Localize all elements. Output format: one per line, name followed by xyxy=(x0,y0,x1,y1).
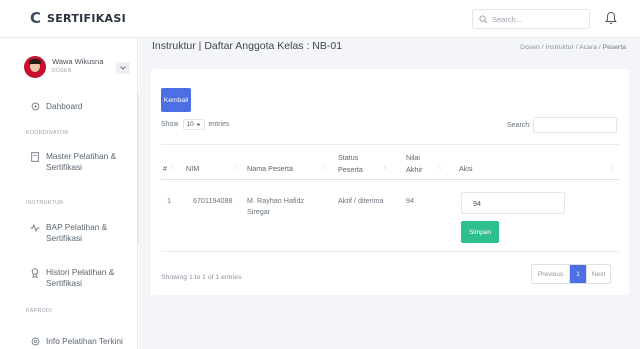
column-header-nilai-line2: Akhir xyxy=(406,165,423,174)
info-icon xyxy=(30,336,40,347)
brand[interactable]: C SERTIFIKASI xyxy=(30,11,126,26)
sidebar-heading-koordinator: KOORDINATOR xyxy=(26,130,69,136)
breadcrumb-item[interactable]: Acara xyxy=(579,44,597,51)
table-bottom-border xyxy=(161,251,619,252)
cell-status: Aktif / diterima xyxy=(338,196,384,205)
back-button[interactable]: Kembali xyxy=(161,88,191,112)
cell-nama-line1: M. Rayhan Hafidz xyxy=(247,196,305,205)
column-header-nilai-line1: Nilai xyxy=(406,153,420,162)
cell-nama-line2: Siregar xyxy=(247,207,271,216)
award-icon xyxy=(30,267,40,278)
column-header-status[interactable]: Status Peserta xyxy=(338,153,363,174)
members-card: Kembali Show 10 entries Search: # ↑↓ NIM… xyxy=(151,69,629,295)
pagination-page-current[interactable]: 1 xyxy=(570,265,586,283)
chevron-down-icon xyxy=(120,66,126,70)
sidebar-item-label-line1: Master Pelatihan & xyxy=(46,151,117,161)
sidebar-item-label-line2: Sertifikasi xyxy=(46,233,82,243)
sort-icon[interactable]: ↑↓ xyxy=(383,165,387,171)
avatar xyxy=(24,56,46,78)
sort-icon[interactable]: ↑↓ xyxy=(438,165,442,171)
sidebar-item-dashboard[interactable]: Dahboard xyxy=(30,101,82,112)
column-header-nama[interactable]: Nama Peserta xyxy=(247,164,293,173)
sidebar-item-info-pelatihan[interactable]: Info Pelatihan Terkini xyxy=(30,336,123,347)
pagination-previous[interactable]: Previous xyxy=(532,265,570,283)
page-title: Instruktur | Daftar Anggota Kelas : NB-0… xyxy=(152,40,343,52)
entries-select-value: 10 xyxy=(186,121,194,128)
column-header-status-line2: Peserta xyxy=(338,165,363,174)
search-icon xyxy=(479,14,488,23)
sidebar-item-histori-pelatihan[interactable]: Histori Pelatihan & Sertifikasi xyxy=(30,267,114,289)
document-icon xyxy=(30,151,40,162)
cell-nim: 6701194088 xyxy=(193,196,233,205)
pagination: Previous 1 Next xyxy=(531,264,611,284)
column-header-nim[interactable]: NIM xyxy=(186,164,199,173)
sidebar-item-label: Info Pelatihan Terkini xyxy=(46,336,123,346)
header-search[interactable] xyxy=(472,9,590,29)
user-name: Wawa Wikusna xyxy=(52,57,104,66)
sidebar-item-label-line2: Sertifikasi xyxy=(46,278,82,288)
user-panel: Wawa Wikusna DOSEN xyxy=(24,54,132,84)
main-content: Instruktur | Daftar Anggota Kelas : NB-0… xyxy=(139,38,640,349)
breadcrumb-item[interactable]: Instruktur xyxy=(545,44,573,51)
sidebar-item-label-line1: BAP Pelatihan & xyxy=(46,222,108,232)
sort-icon[interactable]: ↑↓ xyxy=(321,165,325,171)
sidebar: Wawa Wikusna DOSEN Dahboard KOORDINATOR … xyxy=(0,38,139,349)
entries-length-control: Show 10 entries xyxy=(161,119,230,130)
sidebar-item-label-line1: Histori Pelatihan & xyxy=(46,267,115,277)
pagination-next[interactable]: Next xyxy=(586,265,610,283)
grade-input[interactable] xyxy=(461,192,565,214)
user-dropdown-toggle[interactable] xyxy=(116,62,130,74)
sidebar-item-bap-pelatihan[interactable]: BAP Pelatihan & Sertifikasi xyxy=(30,222,107,244)
breadcrumb-item-active: Peserta xyxy=(602,44,626,51)
column-header-nilai[interactable]: Nilai Akhir xyxy=(406,153,422,174)
brand-name: SERTIFIKASI xyxy=(47,12,126,25)
sidebar-heading-kaprodi: KAPRODI xyxy=(26,308,53,314)
home-icon xyxy=(30,101,40,112)
sidebar-heading-instruktur: INSTRUKTUR xyxy=(26,200,64,206)
activity-icon xyxy=(30,222,40,233)
breadcrumb: Dosen / Instruktur / Acara / Peserta xyxy=(520,44,626,51)
bell-icon[interactable] xyxy=(605,11,617,27)
user-role: DOSEN xyxy=(52,68,72,74)
entries-select[interactable]: 10 xyxy=(182,119,205,130)
top-navbar: C SERTIFIKASI xyxy=(0,0,640,38)
sort-icon[interactable]: ↑↓ xyxy=(171,165,175,171)
breadcrumb-item[interactable]: Dosen xyxy=(520,44,540,51)
sidebar-item-master-pelatihan[interactable]: Master Pelatihan & Sertifikasi xyxy=(30,151,116,173)
table-search-input[interactable] xyxy=(533,117,617,133)
show-label: Show xyxy=(161,121,179,128)
sort-icon[interactable]: ↑↓ xyxy=(233,165,237,171)
cell-no: 1 xyxy=(167,196,171,205)
chevron-down-icon xyxy=(195,123,201,126)
sort-icon[interactable]: ↑↓ xyxy=(610,165,614,171)
save-button[interactable]: Simpan xyxy=(461,221,499,243)
table-top-border xyxy=(161,144,619,145)
entries-label: entries xyxy=(208,121,230,128)
cell-nilai: 94 xyxy=(406,196,414,205)
column-header-no[interactable]: # xyxy=(163,164,167,173)
sidebar-item-label: Dahboard xyxy=(46,101,83,111)
column-header-status-line1: Status xyxy=(338,153,359,162)
table-header-border xyxy=(161,179,619,180)
table-info: Showing 1 to 1 of 1 entries xyxy=(161,274,242,281)
sidebar-item-label-line2: Sertifikasi xyxy=(46,162,82,172)
brand-logo: C xyxy=(30,9,42,27)
table-search-label: Search: xyxy=(507,122,532,129)
cell-nama: M. Rayhan Hafidz Siregar xyxy=(247,196,304,216)
header-search-input[interactable] xyxy=(492,14,582,24)
column-header-aksi[interactable]: Aksi xyxy=(459,164,473,173)
